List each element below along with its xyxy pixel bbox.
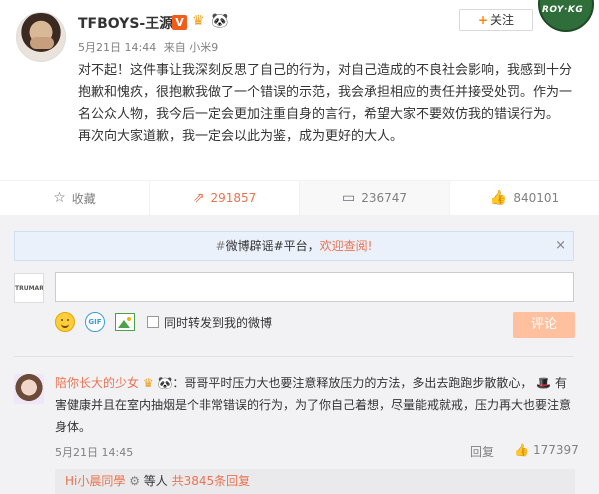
collect-label: 收藏: [71, 191, 96, 206]
my-avatar[interactable]: TRUMARE: [14, 273, 44, 303]
corner-logo-text: ROY·KG: [542, 5, 584, 15]
repost-checkbox[interactable]: [147, 316, 159, 328]
comment-time: 5月21日 14:45: [55, 446, 134, 459]
comment-text: 陪你长大的少女 ♛ 🐼：哥哥平时压力大也要注意释放压力的方法，多出去跑跑步散散心…: [55, 372, 577, 438]
sub-reply-middle: 等人: [143, 474, 168, 488]
thumb-up-icon: 👍: [514, 443, 529, 457]
composer-toolbar: GIF 同时转发到我的微博: [55, 312, 272, 332]
crown-icon: ♛: [142, 376, 154, 390]
author-avatar[interactable]: [16, 12, 66, 62]
comment-like-button[interactable]: 👍 177397: [514, 443, 579, 457]
emoji-icon[interactable]: [55, 312, 75, 332]
repost-icon: ⇗: [192, 190, 205, 206]
verified-icon: V: [172, 15, 187, 30]
comment-input[interactable]: [55, 272, 574, 302]
like-count: 840101: [513, 191, 560, 205]
author-username[interactable]: TFBOYS-王源: [78, 13, 173, 33]
notice-link[interactable]: 欢迎查阅!: [320, 239, 373, 253]
collect-button[interactable]: ☆ 收藏: [0, 181, 150, 215]
hat-icon: 🎩: [536, 376, 552, 390]
post-text: 对不起！这件事让我深刻反思了自己的行为，对自己造成的不良社会影响，我感到十分抱歉…: [78, 60, 583, 148]
repost-button[interactable]: ⇗ 291857: [150, 181, 300, 215]
image-icon[interactable]: [115, 313, 135, 331]
post-date[interactable]: 5月21日 14:44: [78, 41, 156, 54]
repost-checkbox-label[interactable]: 同时转发到我的微博: [164, 314, 272, 331]
divider: [14, 356, 574, 357]
commenter-name[interactable]: 陪你长大的少女: [55, 376, 139, 390]
commenter-avatar[interactable]: [14, 374, 44, 404]
crown-icon: ♛: [192, 13, 205, 29]
post-paragraph: 再次向大家道歉，我一定会以此为鉴，成为更好的大人。: [78, 129, 404, 144]
submit-comment-button[interactable]: 评论: [513, 312, 575, 338]
panda-icon: 🐼: [211, 13, 229, 29]
reply-button[interactable]: 回复: [470, 443, 494, 460]
action-bar: ☆ 收藏 ⇗ 291857 ▭ 236747 👍 840101: [0, 180, 599, 216]
sub-reply-count[interactable]: 共3845条回复: [172, 474, 251, 488]
comment-icon: ▭: [341, 190, 356, 206]
comment-button[interactable]: ▭ 236747: [300, 181, 450, 215]
comment-like-count: 177397: [532, 443, 579, 457]
corner-logo: ROY·KG: [538, 0, 599, 32]
like-button[interactable]: 👍 840101: [450, 181, 599, 215]
comment-area: #微博辟谣#平台，欢迎查阅! × TRUMARE GIF 同时转发到我的微博 评…: [0, 216, 599, 494]
thumb-up-icon: 👍: [489, 190, 508, 206]
comment-count: 236747: [361, 191, 408, 205]
plus-icon: +: [477, 13, 489, 27]
follow-button[interactable]: + 关注: [459, 9, 533, 31]
panda-icon: 🐼: [157, 376, 173, 390]
post-meta: 5月21日 14:44 来自 小米9: [78, 39, 222, 55]
gif-icon[interactable]: GIF: [85, 312, 105, 332]
post-paragraph: 对不起！这件事让我深刻反思了自己的行为，对自己造成的不良社会影响，我感到十分抱歉…: [78, 63, 573, 122]
post-source: 来自 小米9: [163, 41, 219, 54]
medal-icon: ⚙: [129, 474, 140, 488]
notice-text[interactable]: 微博辟谣#平台，: [226, 239, 320, 253]
follow-label: 关注: [490, 13, 515, 27]
repost-count: 291857: [210, 191, 257, 205]
star-icon: ☆: [53, 190, 66, 206]
close-icon[interactable]: ×: [555, 232, 566, 260]
notice-hash: #: [215, 239, 226, 253]
weibo-post: TFBOYS-王源 V ♛ 🐼 5月21日 14:44 来自 小米9 + 关注 R…: [0, 0, 599, 180]
comment-text-main: ：哥哥平时压力大也要注意释放压力的方法，多出去跑跑步散散心，: [172, 376, 533, 390]
sub-reply-author[interactable]: Hi小晨同學: [65, 474, 125, 488]
rumor-notice: #微博辟谣#平台，欢迎查阅! ×: [14, 231, 574, 261]
sub-replies-summary[interactable]: Hi小晨同學 ⚙ 等人 共3845条回复: [55, 469, 575, 494]
